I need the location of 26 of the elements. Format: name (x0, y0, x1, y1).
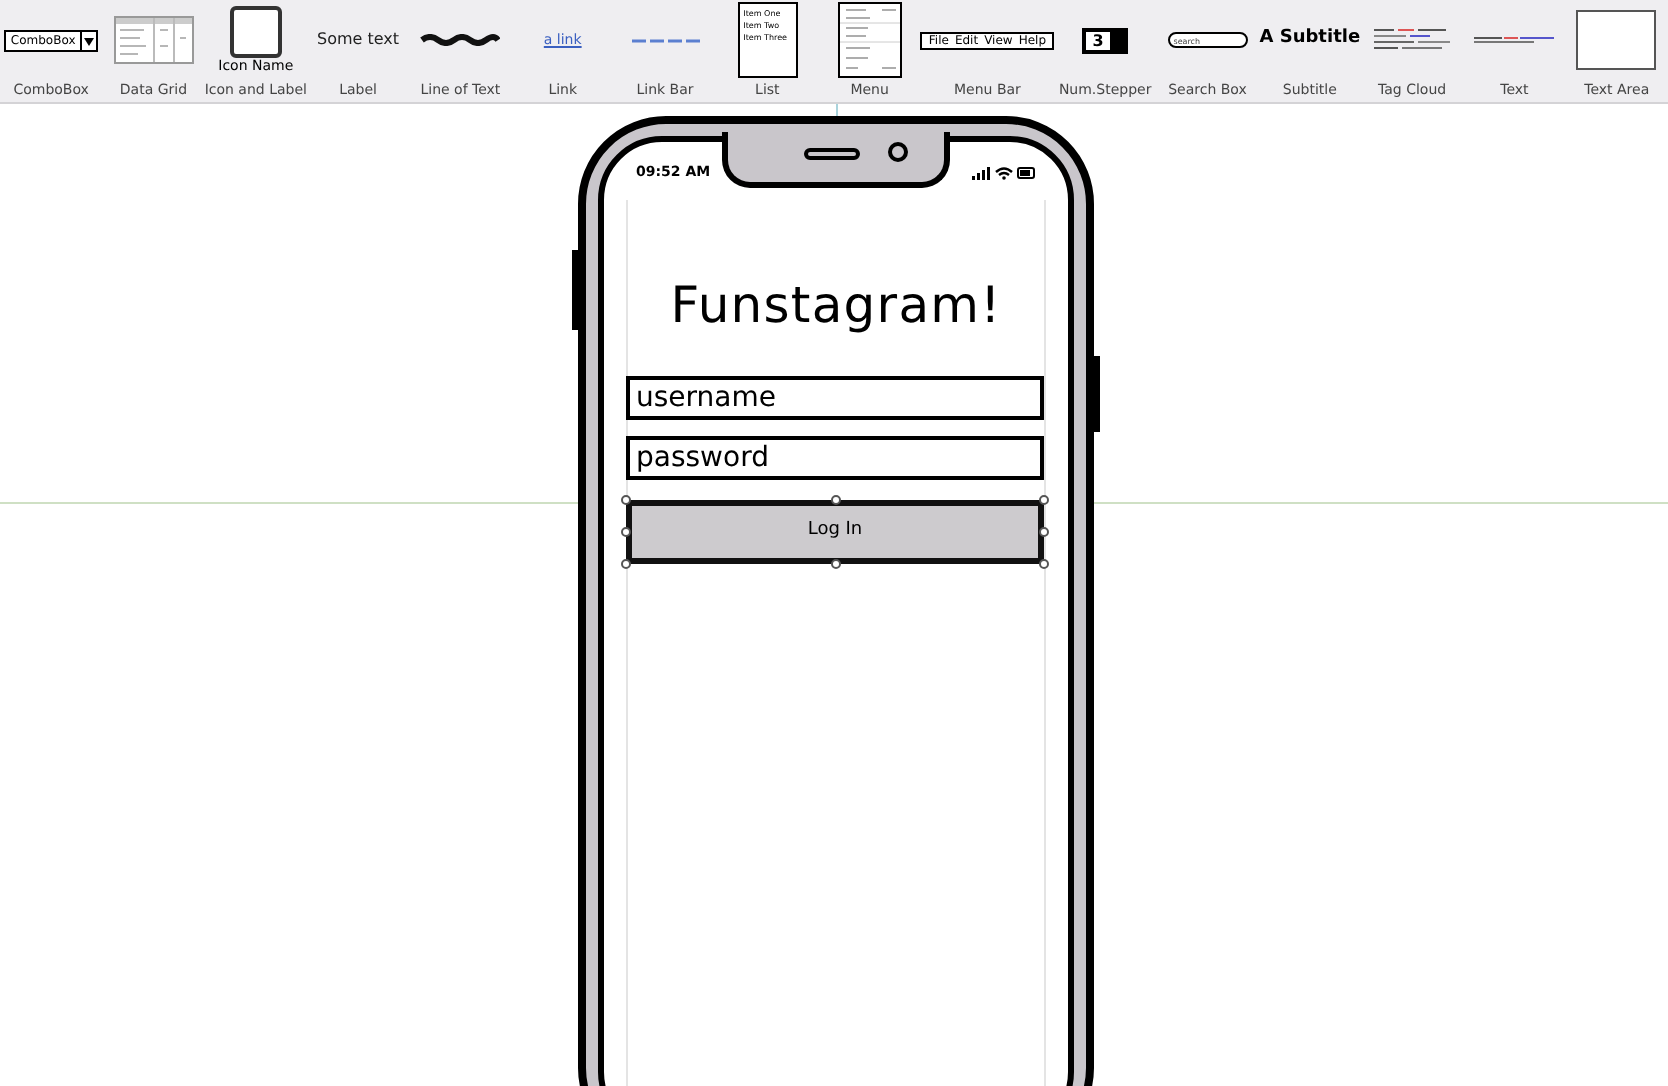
text-input-field[interactable]: password (626, 436, 1044, 480)
camera-icon (888, 142, 908, 162)
text-area-preview (1576, 10, 1657, 70)
app-title: Funstagram! (670, 276, 1002, 338)
number-stepper[interactable]: 3 (1082, 27, 1128, 53)
selection-handle[interactable] (1039, 527, 1049, 537)
text-input-field[interactable]: username (626, 376, 1044, 420)
selection-handle[interactable] (621, 527, 631, 537)
dropdown-arrow-icon[interactable] (83, 37, 94, 45)
subtitle-preview: A Subtitle (1259, 26, 1361, 53)
tag-cloud-drawing (1374, 28, 1451, 52)
label-preview: Some text (317, 28, 400, 52)
selection-handle[interactable] (1039, 495, 1049, 505)
selection-handle[interactable] (830, 559, 840, 569)
selection-handle[interactable] (830, 495, 840, 505)
text-paragraph-drawing (1474, 36, 1555, 44)
selection-handle[interactable] (621, 559, 631, 569)
selection-handle[interactable] (621, 495, 631, 505)
selection-handle[interactable] (1039, 559, 1049, 569)
link-bar-drawing (631, 37, 700, 43)
icon-placeholder (229, 5, 282, 57)
speaker-icon (804, 148, 860, 160)
status-icons (972, 165, 1036, 179)
login-button[interactable]: Log In (626, 500, 1044, 564)
data-grid-drawing (113, 16, 194, 64)
scribbled-line-drawing (420, 34, 501, 46)
